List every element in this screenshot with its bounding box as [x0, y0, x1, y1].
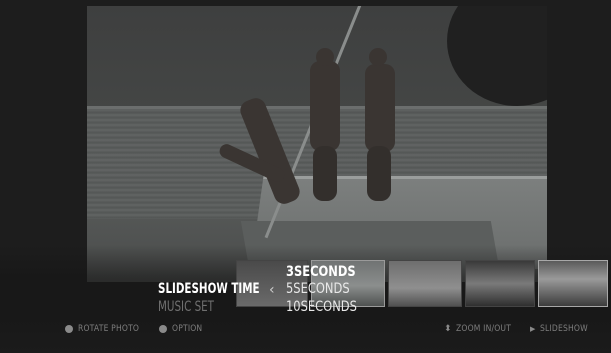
thumbnail[interactable] — [387, 260, 462, 307]
photo-child-right — [365, 64, 395, 152]
photo-child-right-head — [369, 48, 387, 66]
hint-label: OPTION — [172, 324, 203, 334]
menu-item-slideshow-time[interactable]: SLIDESHOW TIME — [158, 281, 260, 297]
chevron-left-icon: ‹ — [269, 282, 275, 298]
hint-label: ROTATE PHOTO — [78, 324, 140, 334]
hint-rotate-photo[interactable]: ROTATE PHOTO — [65, 324, 150, 334]
menu-item-music-set[interactable]: MUSIC SET — [158, 299, 214, 315]
thumbnail[interactable] — [464, 260, 535, 307]
dot-icon — [65, 325, 73, 333]
dot-icon — [159, 325, 167, 333]
play-icon: ▶ — [530, 325, 536, 333]
photo-child-left — [310, 61, 340, 151]
hint-zoom[interactable]: ⬍ ZOOM IN/OUT — [444, 324, 520, 334]
photo-child-left-legs — [313, 146, 337, 201]
updown-arrow-icon: ⬍ — [444, 324, 452, 334]
photo-child-right-legs — [367, 146, 391, 201]
option-10-seconds[interactable]: 10SECONDS — [286, 299, 357, 315]
slideshow-screen: SLIDESHOW TIME ‹ MUSIC SET 3SECONDS 5SEC… — [0, 0, 611, 353]
hint-label: SLIDESHOW — [540, 324, 589, 334]
photo-shadow — [447, 6, 547, 106]
option-3-seconds[interactable]: 3SECONDS — [286, 264, 356, 280]
hint-label: ZOOM IN/OUT — [455, 324, 511, 334]
hint-slideshow[interactable]: ▶ SLIDESHOW — [530, 324, 597, 334]
option-5-seconds[interactable]: 5SECONDS — [286, 281, 350, 297]
photo-child-left-head — [316, 48, 334, 66]
hint-option[interactable]: OPTION — [159, 324, 208, 334]
hint-bar: ROTATE PHOTO OPTION ⬍ ZOOM IN/OUT ▶ SLID… — [0, 322, 611, 338]
photo-viewer — [87, 6, 547, 282]
thumbnail[interactable] — [537, 260, 608, 307]
